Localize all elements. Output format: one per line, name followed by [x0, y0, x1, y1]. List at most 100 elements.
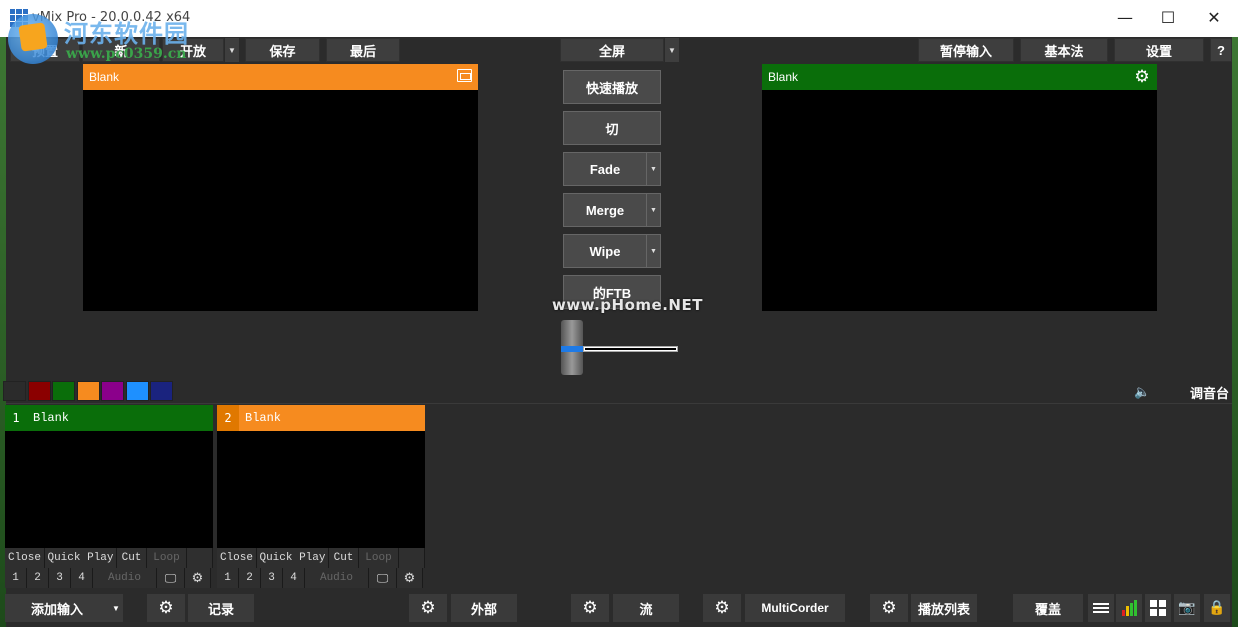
output-title: Blank [768, 70, 799, 84]
fade-dropdown-icon[interactable]: ▼ [647, 152, 661, 186]
input-2-preview[interactable] [217, 431, 425, 548]
stream-button[interactable]: 流 [613, 594, 679, 622]
merge-button[interactable]: Merge [563, 193, 647, 227]
wipe-dropdown-icon[interactable]: ▼ [647, 234, 661, 268]
record-settings-gear-icon[interactable]: ⚙ [147, 594, 185, 622]
input-2-quickplay-button[interactable]: Quick Play [257, 548, 329, 568]
input-2-audio-button[interactable]: Audio [305, 568, 369, 588]
save-label: 保存 [269, 43, 296, 59]
wipe-button[interactable]: Wipe [563, 234, 647, 268]
input-1-close-button[interactable]: Close [5, 548, 45, 568]
input-1-overlay-3-button[interactable]: 3 [49, 568, 71, 588]
stream-settings-gear-icon[interactable]: ⚙ [571, 594, 609, 622]
close-button[interactable]: ✕ [1199, 6, 1229, 30]
settings-label: 设置 [1145, 43, 1172, 59]
input-1-blank-cell [187, 548, 213, 568]
input-1-title: Blank [33, 411, 70, 425]
external-button[interactable]: 外部 [451, 594, 517, 622]
output-header: Blank ⚙ [762, 64, 1157, 90]
tbar-indicator [561, 346, 583, 352]
audio-mixer-button[interactable]: 🔈 调音台 [1130, 381, 1230, 403]
preview-view-icon[interactable] [457, 69, 472, 82]
multicorder-settings-gear-icon[interactable]: ⚙ [703, 594, 741, 622]
save-button[interactable]: 保存 [245, 38, 320, 62]
minimize-button[interactable]: — [1110, 6, 1140, 30]
color-tag-4[interactable] [101, 381, 124, 401]
record-button[interactable]: 记录 [188, 594, 254, 622]
output-settings-gear-icon[interactable]: ⚙ [1133, 66, 1151, 88]
fade-button[interactable]: Fade [563, 152, 647, 186]
input-1-overlay-4-button[interactable]: 4 [71, 568, 93, 588]
input-2-overlay-2-button[interactable]: 2 [239, 568, 261, 588]
input-1-controls-row2: 1 2 3 4 Audio 🖵 ⚙ [5, 568, 211, 588]
help-button[interactable]: ? [1210, 38, 1232, 62]
input-2-overlay-4-button[interactable]: 4 [283, 568, 305, 588]
color-tag-2[interactable] [52, 381, 75, 401]
color-tag-0[interactable] [3, 381, 26, 401]
color-tag-3[interactable] [76, 381, 100, 401]
playlist-button[interactable]: 播放列表 [911, 594, 977, 622]
input-1-preview[interactable] [5, 431, 213, 548]
cut-button[interactable]: 切 [563, 111, 661, 145]
input-1-overlay-2-button[interactable]: 2 [27, 568, 49, 588]
add-input-button[interactable]: 添加输入 [5, 594, 109, 622]
lock-icon[interactable]: 🔒 [1204, 594, 1230, 622]
menu-list-icon[interactable] [1088, 594, 1114, 622]
preview-header[interactable]: Blank [83, 64, 478, 90]
fullscreen-dropdown-icon[interactable]: ▼ [664, 38, 679, 62]
preview-title: Blank [89, 70, 120, 84]
input-1-header[interactable]: 1 Blank [5, 405, 213, 431]
snapshot-camera-icon[interactable]: 📷 [1174, 594, 1200, 622]
multicorder-button[interactable]: MultiCorder [745, 594, 845, 622]
output-video [762, 90, 1157, 311]
settings-button[interactable]: 设置 [1114, 38, 1204, 62]
color-tag-6[interactable] [150, 381, 173, 401]
overlay-button[interactable]: 覆盖 [1013, 594, 1083, 622]
pause-input-button[interactable]: 暂停输入 [918, 38, 1014, 62]
input-2-header[interactable]: 2 Blank [217, 405, 425, 431]
input-2-overlay-1-button[interactable]: 1 [217, 568, 239, 588]
speaker-icon: 🔈 [1134, 384, 1151, 400]
external-settings-gear-icon[interactable]: ⚙ [409, 594, 447, 622]
quick-play-button[interactable]: 快速播放 [563, 70, 661, 104]
input-1-overlay-1-button[interactable]: 1 [5, 568, 27, 588]
input-2-number: 2 [217, 405, 239, 431]
maximize-button[interactable]: ☐ [1153, 6, 1183, 30]
playlist-settings-gear-icon[interactable]: ⚙ [870, 594, 908, 622]
watermark-logo-mark [18, 22, 48, 52]
input-1-audio-button[interactable]: Audio [93, 568, 157, 588]
input-1-quickplay-button[interactable]: Quick Play [45, 548, 117, 568]
multiview-grid-icon[interactable] [1145, 594, 1171, 622]
color-tag-5[interactable] [125, 381, 149, 401]
add-input-dropdown-icon[interactable]: ▼ [109, 594, 123, 622]
color-tag-1[interactable] [27, 381, 51, 401]
input-1-settings-gear-icon[interactable]: ⚙ [185, 568, 211, 588]
basic-label: 基本法 [1044, 43, 1084, 59]
watermark-url-text: www.pc0359.cn [66, 46, 187, 62]
input-1-cut-button[interactable]: Cut [117, 548, 147, 568]
input-2-overlay-3-button[interactable]: 3 [261, 568, 283, 588]
input-2-cut-button[interactable]: Cut [329, 548, 359, 568]
last-label: 最后 [349, 43, 376, 59]
fullscreen-label: 全屏 [598, 43, 625, 59]
basic-button[interactable]: 基本法 [1020, 38, 1108, 62]
pause-input-label: 暂停输入 [939, 43, 992, 59]
input-1-loop-button[interactable]: Loop [147, 548, 187, 568]
preview-video[interactable] [83, 90, 478, 311]
window-border-right [1232, 0, 1238, 627]
input-1-monitor-icon[interactable]: 🖵 [157, 568, 185, 588]
fullscreen-button[interactable]: 全屏 [560, 38, 664, 62]
input-2-settings-gear-icon[interactable]: ⚙ [397, 568, 423, 588]
input-2-title: Blank [245, 411, 282, 425]
mixer-label: 调音台 [1190, 385, 1230, 401]
input-1-number: 1 [12, 411, 20, 425]
open-dropdown-icon[interactable]: ▼ [224, 38, 239, 62]
last-button[interactable]: 最后 [326, 38, 400, 62]
audio-levels-icon[interactable] [1116, 594, 1142, 622]
input-2-loop-button[interactable]: Loop [359, 548, 399, 568]
input-2-close-button[interactable]: Close [217, 548, 257, 568]
tbar-track[interactable] [583, 346, 678, 352]
input-2-controls-row2: 1 2 3 4 Audio 🖵 ⚙ [217, 568, 423, 588]
input-2-monitor-icon[interactable]: 🖵 [369, 568, 397, 588]
merge-dropdown-icon[interactable]: ▼ [647, 193, 661, 227]
